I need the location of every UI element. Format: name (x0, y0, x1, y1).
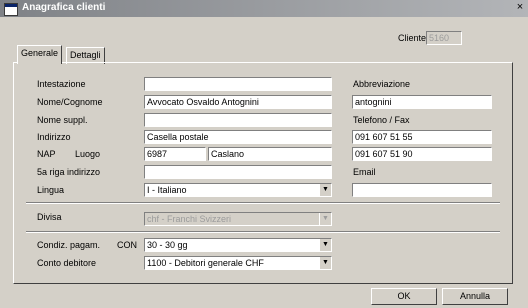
lingua-label: Lingua (37, 185, 65, 195)
tab-generale[interactable]: Generale (17, 45, 63, 64)
window-icon (4, 3, 18, 16)
window-title: Anagrafica clienti (22, 2, 106, 13)
fax-field[interactable]: 091 607 51 90 (352, 147, 492, 161)
luogo-label: Luogo (75, 149, 101, 159)
chevron-down-icon: ▼ (319, 213, 331, 225)
cliente-field: 5160 (426, 31, 462, 45)
ok-button[interactable]: OK (371, 288, 437, 305)
separator (26, 202, 500, 204)
nome-cognome-field[interactable]: Avvocato Osvaldo Antognini (144, 95, 332, 109)
divisa-value: chf - Franchi Svizzeri (147, 214, 232, 224)
email-field[interactable] (352, 183, 492, 197)
intestazione-label: Intestazione (37, 79, 86, 89)
condiz-pagam-value: 30 - 30 gg (147, 240, 188, 250)
separator (26, 231, 500, 233)
riga5-label: 5a riga indirizzo (37, 167, 101, 177)
luogo-field[interactable]: Caslano (208, 147, 332, 161)
chevron-down-icon[interactable]: ▼ (319, 257, 331, 269)
lingua-value: I - Italiano (147, 185, 187, 195)
nome-suppl-field[interactable] (144, 113, 332, 127)
telefono-field[interactable]: 091 607 51 55 (352, 130, 492, 144)
nap-label: NAP (37, 149, 56, 159)
conto-debitore-value: 1100 - Debitori generale CHF (147, 258, 264, 268)
abbreviazione-field[interactable]: antognini (352, 95, 492, 109)
conto-debitore-label: Conto debitore (37, 258, 97, 268)
nome-cognome-label: Nome/Cognome (37, 97, 103, 107)
client-registry-window: Anagrafica clienti × Cliente 5160 Genera… (0, 0, 528, 308)
conto-debitore-select[interactable]: 1100 - Debitori generale CHF ▼ (144, 256, 332, 270)
email-label: Email (353, 167, 376, 177)
condiz-pagam-select[interactable]: 30 - 30 gg ▼ (144, 238, 332, 252)
condiz-pagam-code: CON (117, 240, 137, 250)
nap-field[interactable]: 6987 (144, 147, 206, 161)
annulla-button[interactable]: Annulla (442, 288, 508, 305)
chevron-down-icon[interactable]: ▼ (319, 184, 331, 196)
condiz-pagam-label: Condiz. pagam. (37, 240, 101, 250)
lingua-select[interactable]: I - Italiano ▼ (144, 183, 332, 197)
telefono-fax-label: Telefono / Fax (353, 115, 410, 125)
indirizzo-label: Indirizzo (37, 132, 71, 142)
divisa-select: chf - Franchi Svizzeri ▼ (144, 212, 332, 226)
title-bar: Anagrafica clienti × (0, 0, 528, 17)
chevron-down-icon[interactable]: ▼ (319, 239, 331, 251)
close-icon[interactable]: × (514, 2, 526, 14)
divisa-label: Divisa (37, 212, 62, 222)
riga5-field[interactable] (144, 165, 332, 179)
abbreviazione-label: Abbreviazione (353, 79, 411, 89)
intestazione-field[interactable] (144, 77, 332, 91)
indirizzo-field[interactable]: Casella postale (144, 130, 332, 144)
cliente-label: Cliente (398, 33, 427, 43)
nome-suppl-label: Nome suppl. (37, 115, 88, 125)
